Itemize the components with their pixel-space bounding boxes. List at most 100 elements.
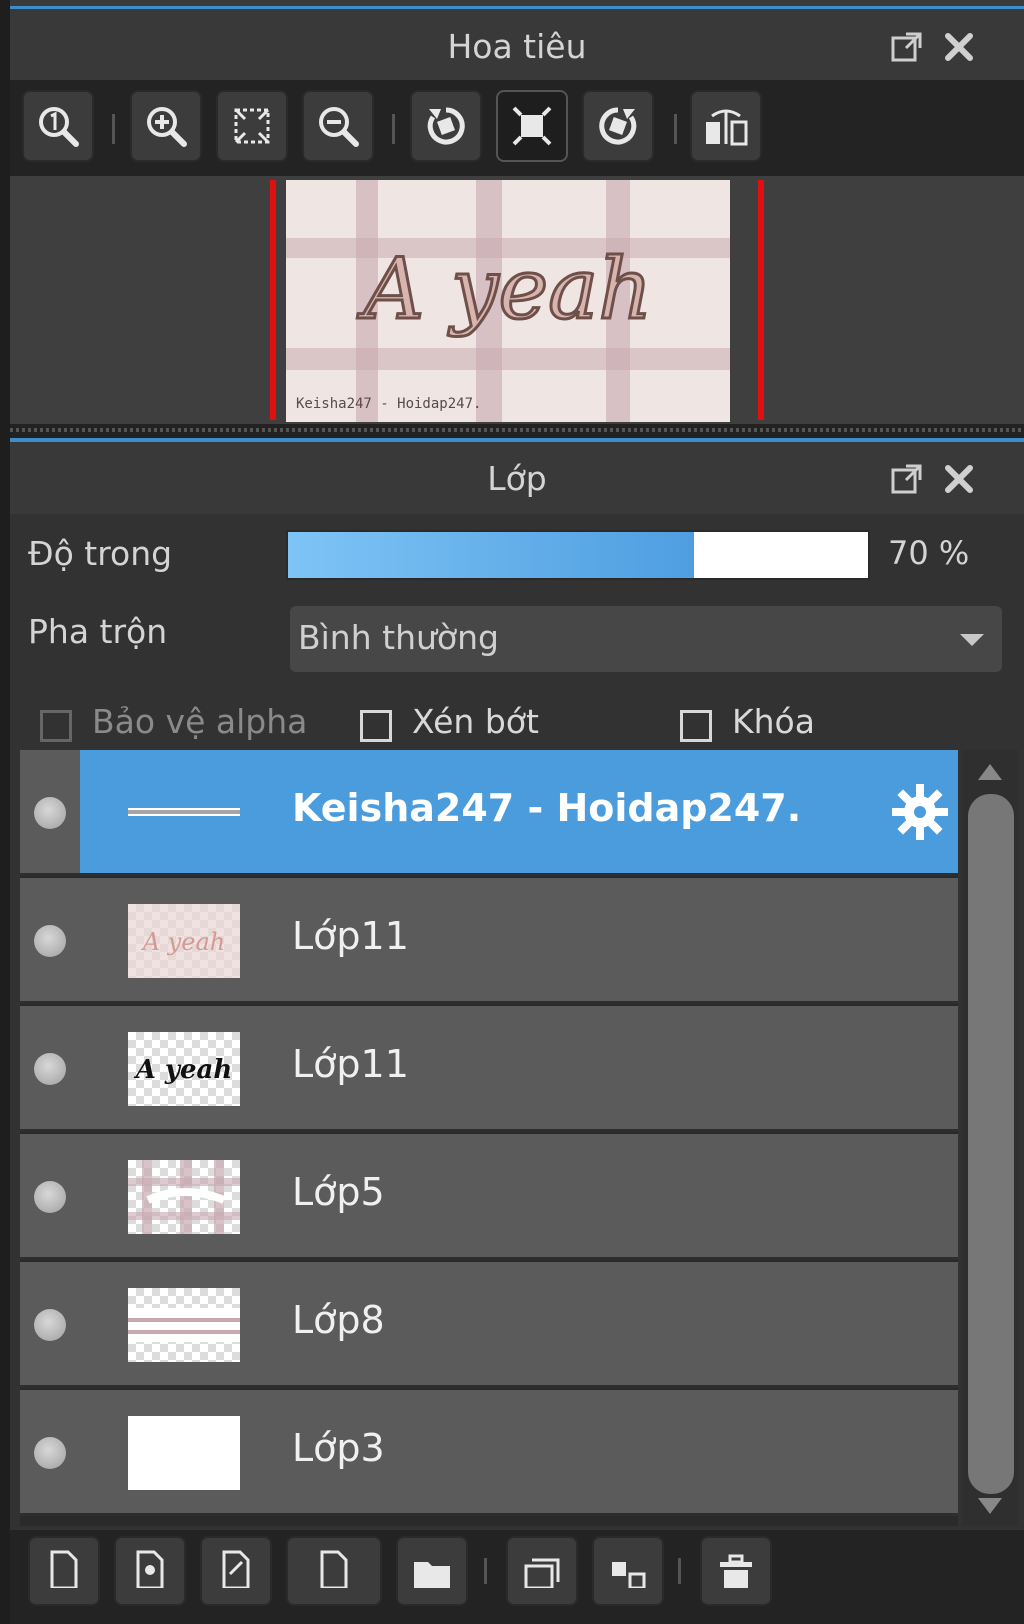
navigator-title: Hoa tiêu <box>447 26 587 66</box>
view-guide-left <box>270 180 276 420</box>
scroll-down-icon[interactable] <box>978 1498 1002 1514</box>
new-8bit-layer-button[interactable] <box>200 1536 272 1606</box>
merge-layer-button[interactable] <box>592 1536 664 1606</box>
layer-row[interactable]: Keisha247 - Hoidap247. <box>20 750 958 876</box>
layer-row[interactable]: A yeah Lớp11 <box>20 1006 958 1132</box>
clipping-checkbox[interactable] <box>360 710 392 742</box>
protect-alpha-checkbox[interactable] <box>40 710 72 742</box>
toolbar-separator <box>112 114 115 144</box>
scrollbar-thumb[interactable] <box>968 794 1014 1494</box>
navigator-preview[interactable]: A yeah Keisha247 - Hoidap247. <box>10 176 1024 424</box>
new-1bit-layer-button[interactable] <box>286 1536 382 1606</box>
layer-thumbnail <box>128 776 240 850</box>
popout-icon[interactable] <box>888 28 926 66</box>
layer-thumbnail: A yeah <box>128 1032 240 1106</box>
trash-icon <box>720 1554 752 1588</box>
layer-list-scrollbar[interactable] <box>962 750 1018 1526</box>
toolbar-separator <box>392 114 395 144</box>
layer-list: Keisha247 - Hoidap247. A yeah Lớp11 A ye… <box>20 750 958 1526</box>
layer-name: Lớp3 <box>292 1426 385 1470</box>
layer-name: Keisha247 - Hoidap247. <box>292 786 802 830</box>
layer-name: Lớp11 <box>292 1042 409 1086</box>
svg-text:A yeah: A yeah <box>133 1055 233 1085</box>
layer-row[interactable]: Lớp8 <box>20 1262 958 1388</box>
visibility-toggle-icon[interactable] <box>34 1053 66 1085</box>
toolbar-separator <box>674 114 677 144</box>
layer-row[interactable]: Lớp3 <box>20 1390 958 1516</box>
visibility-toggle-icon[interactable] <box>34 1437 66 1469</box>
popout-icon[interactable] <box>888 460 926 498</box>
folder-icon <box>414 1562 450 1588</box>
blend-mode-select[interactable]: Bình thường <box>290 606 1002 672</box>
zoom-in-icon <box>147 107 187 147</box>
visibility-toggle-icon[interactable] <box>34 1309 66 1341</box>
rotate-left-button[interactable] <box>410 90 482 162</box>
svg-text:A yeah: A yeah <box>141 928 226 956</box>
zoom-actual-button[interactable] <box>22 90 94 162</box>
protect-alpha-label: Bảo vệ alpha <box>92 702 308 741</box>
layer-name: Lớp11 <box>292 914 409 958</box>
canvas-preview-image: A yeah Keisha247 - Hoidap247. <box>286 180 730 422</box>
preview-main-text: A yeah <box>357 240 653 338</box>
layers-title: Lớp <box>487 458 547 498</box>
halftone-layer-icon <box>136 1550 164 1588</box>
layer-name: Lớp8 <box>292 1298 385 1342</box>
opacity-slider-fill <box>288 532 694 578</box>
gear-icon[interactable] <box>888 780 952 844</box>
8bit-layer-icon <box>222 1550 250 1588</box>
zoom-actual-icon <box>39 107 79 147</box>
zoom-out-icon <box>319 107 359 147</box>
layer-thumbnail <box>128 1160 240 1234</box>
delete-layer-button[interactable] <box>700 1536 772 1606</box>
fit-icon <box>234 108 270 144</box>
toolbar-separator <box>484 1558 487 1584</box>
layer-thumbnail: A yeah <box>128 904 240 978</box>
fit-button[interactable] <box>216 90 288 162</box>
chevron-down-icon <box>960 634 984 646</box>
preview-credit-text: Keisha247 - Hoidap247. <box>296 396 481 412</box>
opacity-slider[interactable] <box>286 530 870 580</box>
navigator-toolbar <box>10 80 1024 176</box>
new-folder-button[interactable] <box>396 1536 468 1606</box>
flip-button[interactable] <box>690 90 762 162</box>
visibility-toggle-icon[interactable] <box>34 1181 66 1213</box>
flip-icon <box>706 109 748 146</box>
rotate-right-button[interactable] <box>582 90 654 162</box>
new-layer-button[interactable] <box>28 1536 100 1606</box>
1bit-layer-icon <box>320 1550 348 1588</box>
opacity-label: Độ trong <box>28 534 173 573</box>
layers-panel: Lớp Độ trong 70 % Pha trộn Bình thường B… <box>10 438 1024 1624</box>
fit-screen-button[interactable] <box>496 90 568 162</box>
panel-accent-line <box>10 6 1024 9</box>
layer-row[interactable]: A yeah Lớp11 <box>20 878 958 1004</box>
new-halftone-layer-button[interactable] <box>114 1536 186 1606</box>
toolbar-separator <box>678 1558 681 1584</box>
visibility-toggle-icon[interactable] <box>34 797 66 829</box>
zoom-out-button[interactable] <box>302 90 374 162</box>
new-layer-icon <box>50 1550 78 1588</box>
merge-icon <box>612 1562 646 1588</box>
close-icon[interactable] <box>940 28 978 66</box>
lock-label: Khóa <box>732 702 815 741</box>
layers-bottom-toolbar <box>10 1530 1024 1624</box>
visibility-toggle-icon[interactable] <box>34 925 66 957</box>
view-guide-right <box>758 180 764 420</box>
blend-label: Pha trộn <box>28 612 168 651</box>
close-icon[interactable] <box>940 460 978 498</box>
duplicate-layer-button[interactable] <box>506 1536 578 1606</box>
panel-splitter[interactable] <box>10 424 1024 438</box>
duplicate-icon <box>524 1558 560 1588</box>
zoom-in-button[interactable] <box>130 90 202 162</box>
left-dock-strip <box>0 0 10 1624</box>
rotate-left-icon <box>427 107 465 145</box>
navigator-header: Hoa tiêu <box>10 10 1024 82</box>
layer-thumbnail <box>128 1416 240 1490</box>
lock-checkbox[interactable] <box>680 710 712 742</box>
blend-mode-value: Bình thường <box>298 618 499 657</box>
layer-row[interactable]: Lớp5 <box>20 1134 958 1260</box>
layer-name: Lớp5 <box>292 1170 385 1214</box>
layers-header: Lớp <box>10 442 1024 514</box>
opacity-value: 70 % <box>888 534 970 572</box>
scroll-up-icon[interactable] <box>978 764 1002 780</box>
clipping-label: Xén bớt <box>412 702 539 741</box>
